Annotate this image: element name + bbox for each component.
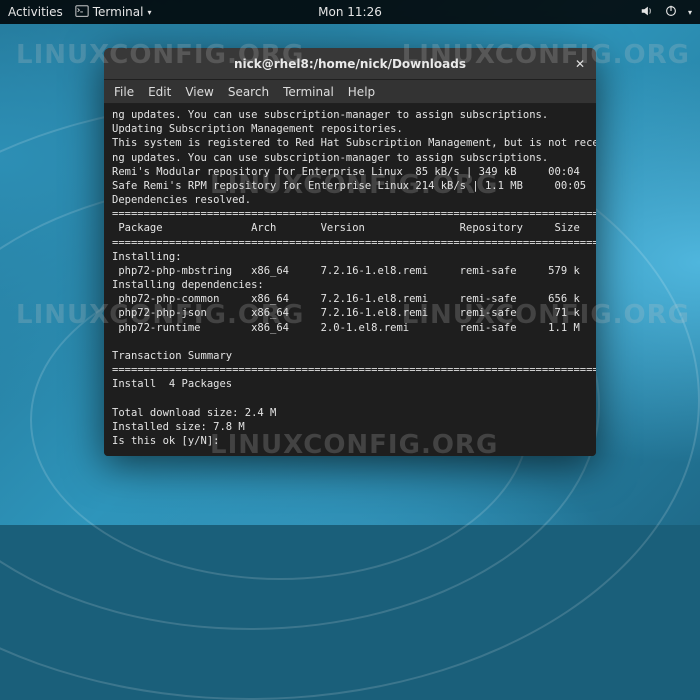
activities-button[interactable]: Activities xyxy=(8,5,63,19)
menu-search[interactable]: Search xyxy=(228,85,269,99)
menu-view[interactable]: View xyxy=(185,85,213,99)
menu-help[interactable]: Help xyxy=(348,85,375,99)
clock[interactable]: Mon 11:26 xyxy=(318,5,382,19)
terminal-output[interactable]: ng updates. You can use subscription-man… xyxy=(104,104,596,456)
menu-edit[interactable]: Edit xyxy=(148,85,171,99)
window-title: nick@rhel8:/home/nick/Downloads xyxy=(234,57,466,71)
gnome-topbar: Activities Terminal ▾ Mon 11:26 ▾ xyxy=(0,0,700,24)
menu-file[interactable]: File xyxy=(114,85,134,99)
terminal-icon xyxy=(75,4,89,21)
menu-terminal[interactable]: Terminal xyxy=(283,85,334,99)
close-icon: ✕ xyxy=(575,57,585,71)
terminal-menubar: File Edit View Search Terminal Help xyxy=(104,80,596,104)
volume-icon[interactable] xyxy=(640,4,654,21)
app-menu[interactable]: Terminal ▾ xyxy=(75,4,152,21)
app-menu-label: Terminal xyxy=(93,5,144,19)
window-titlebar[interactable]: nick@rhel8:/home/nick/Downloads ✕ xyxy=(104,48,596,80)
system-tray[interactable]: ▾ xyxy=(640,4,692,21)
close-button[interactable]: ✕ xyxy=(570,54,590,74)
terminal-window: nick@rhel8:/home/nick/Downloads ✕ File E… xyxy=(104,48,596,456)
chevron-down-icon: ▾ xyxy=(147,8,151,17)
chevron-down-icon: ▾ xyxy=(688,8,692,17)
power-icon[interactable] xyxy=(664,4,678,21)
